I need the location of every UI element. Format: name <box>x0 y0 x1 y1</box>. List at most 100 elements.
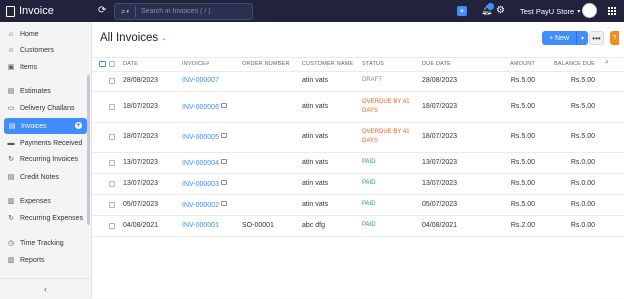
table-row[interactable]: 28/08/2023 INV-000007 atin vats DRAFT 28/08/… <box>92 70 624 92</box>
chevron-down-icon: ⌄ <box>161 35 168 42</box>
table-row[interactable]: 18/07/2023 INV-000006 atin vats OVERDUE BY … <box>92 91 624 123</box>
invoice-link[interactable]: INV-000002 <box>182 202 219 209</box>
invoice-link[interactable]: INV-000004 <box>182 160 219 167</box>
cell-invoice-number[interactable]: INV-000007 <box>182 77 219 84</box>
sidebar-item-recurring-expenses[interactable]: ↻ Recurring Expenses <box>0 210 86 226</box>
cell-customer-name: atin vats <box>302 77 329 84</box>
invoice-link[interactable]: INV-000003 <box>182 181 219 188</box>
app-brand[interactable]: Invoice <box>6 0 54 22</box>
row-checkbox[interactable] <box>109 160 115 166</box>
sidebar-item-customers[interactable]: ☺ Customers <box>0 42 86 58</box>
header-date[interactable]: DATE <box>123 61 138 67</box>
app-grid-icon[interactable] <box>608 7 616 15</box>
header-invoice[interactable]: INVOICE# <box>182 61 209 67</box>
cell-date: 04/08/2021 <box>123 222 159 229</box>
chevron-down-icon: ▾ <box>577 8 581 15</box>
cell-invoice-number[interactable]: INV-000006 <box>182 103 227 111</box>
table-row[interactable]: 18/07/2023 INV-000005 atin vats OVERDUE BY … <box>92 122 624 153</box>
table-row[interactable]: 05/07/2023 INV-000002 atin vats PAID 05/07/2… <box>92 194 624 216</box>
truck-icon: ▭ <box>7 105 15 112</box>
main-content: All Invoices ⌄ + New ▾ ••• ? DATE INVOIC… <box>92 22 624 298</box>
add-invoice-icon[interactable]: + <box>75 122 82 129</box>
cell-due-date: 28/08/2023 <box>422 77 458 84</box>
cell-date: 28/08/2023 <box>123 77 159 84</box>
header-order-number[interactable]: ORDER NUMBER <box>242 61 290 67</box>
row-checkbox[interactable] <box>109 202 115 208</box>
cell-due-date: 18/07/2023 <box>422 103 458 110</box>
row-checkbox[interactable] <box>109 223 115 229</box>
sidebar-item-label: Reports <box>20 256 45 264</box>
cell-customer-name: atin vats <box>302 133 329 140</box>
sidebar-item-payments-received[interactable]: ▬ Payments Received <box>0 135 86 151</box>
organization-switcher[interactable]: Test PayU Store ▾ <box>520 0 580 22</box>
search-icon[interactable]: ⌕ ▾ <box>115 7 135 17</box>
sidebar-item-time-tracking[interactable]: ◷ Time Tracking <box>0 235 86 251</box>
cell-customer-name: atin vats <box>302 159 329 166</box>
cell-invoice-number[interactable]: INV-000002 <box>182 201 227 209</box>
sidebar-item-label: Delivery Challans <box>20 104 75 112</box>
new-dropdown-icon[interactable]: ▾ <box>576 31 588 45</box>
credit-note-icon: ▤ <box>7 174 15 181</box>
sidebar-item-credit-notes[interactable]: ▤ Credit Notes <box>0 169 86 185</box>
table-row[interactable]: 13/07/2023 INV-000004 atin vats PAID 13/07/2… <box>92 152 624 174</box>
cell-invoice-number[interactable]: INV-000003 <box>182 180 227 188</box>
quick-create-icon[interactable]: + <box>457 6 467 16</box>
new-invoice-button[interactable]: + New <box>542 31 576 45</box>
sidebar-item-recurring-invoices[interactable]: ↻ Recurring Invoices <box>0 151 86 167</box>
table-row[interactable]: 13/07/2023 INV-000003 atin vats PAID 13/07/2… <box>92 173 624 195</box>
status-badge: PAID <box>362 159 376 165</box>
cell-date: 13/07/2023 <box>123 180 159 187</box>
sidebar-item-expenses[interactable]: ▥ Expenses <box>0 193 86 209</box>
table-row[interactable]: 04/08/2021 INV-000001 SO-00001 abc dfg PAID 0… <box>92 215 624 237</box>
help-button[interactable]: ? <box>610 31 619 45</box>
sidebar-item-label: Credit Notes <box>20 173 59 181</box>
sidebar-item-items[interactable]: ▣ Items <box>0 59 86 75</box>
cell-date: 05/07/2023 <box>123 201 159 208</box>
table-search-icon[interactable]: ⌕ <box>605 59 609 67</box>
cell-invoice-number[interactable]: INV-000004 <box>182 159 227 167</box>
user-avatar[interactable] <box>582 3 597 18</box>
sidebar-item-delivery-challans[interactable]: ▭ Delivery Challans <box>0 100 86 116</box>
row-checkbox[interactable] <box>109 134 115 140</box>
more-options-button[interactable]: ••• <box>589 31 604 45</box>
row-checkbox[interactable] <box>109 181 115 187</box>
header-amount[interactable]: AMOUNT <box>510 61 535 67</box>
invoice-link[interactable]: INV-000007 <box>182 77 219 84</box>
status-badge: PAID <box>362 201 376 207</box>
header-customer-name[interactable]: CUSTOMER NAME <box>302 61 353 67</box>
sidebar-item-reports[interactable]: ▥ Reports <box>0 252 86 268</box>
cell-balance-due: Rs.5.00 <box>570 133 595 140</box>
cell-date: 13/07/2023 <box>123 159 159 166</box>
row-checkbox[interactable] <box>109 104 115 110</box>
invoice-link[interactable]: INV-000006 <box>182 104 219 111</box>
header-balance-due[interactable]: BALANCE DUE <box>554 61 595 67</box>
cell-invoice-number[interactable]: INV-000005 <box>182 133 227 141</box>
recent-activity-icon[interactable]: ⟳ <box>98 5 109 16</box>
org-name: Test PayU Store <box>520 6 575 16</box>
sidebar-item-home[interactable]: ⌂ Home <box>0 26 86 42</box>
sidebar-item-label: Expenses <box>20 197 51 205</box>
column-settings-icon[interactable] <box>99 61 106 67</box>
row-checkbox[interactable] <box>109 78 115 84</box>
page-title[interactable]: All Invoices ⌄ <box>100 32 167 44</box>
sidebar-item-label: Recurring Invoices <box>20 155 78 163</box>
settings-gear-icon[interactable]: ⚙ <box>496 5 505 16</box>
status-badge: OVERDUE BY 41 DAYS <box>362 129 410 144</box>
invoice-icon: ▤ <box>8 123 16 130</box>
invoice-link[interactable]: INV-000005 <box>182 134 219 141</box>
header-due-date[interactable]: DUE DATE <box>422 61 451 67</box>
sidebar-item-invoices[interactable]: ▤ Invoices + <box>4 118 87 134</box>
cell-amount: Rs.5.00 <box>510 180 535 187</box>
select-all-checkbox[interactable] <box>109 61 115 67</box>
sidebar-scrollbar[interactable] <box>87 75 90 225</box>
cell-amount: Rs.5.00 <box>510 133 535 140</box>
cell-invoice-number[interactable]: INV-000001 <box>182 222 219 229</box>
sidebar-collapse-button[interactable]: ‹ <box>0 278 91 299</box>
sidebar-item-estimates[interactable]: ▤ Estimates <box>0 83 86 99</box>
sidebar-item-label: Estimates <box>20 87 51 95</box>
search-box[interactable]: ⌕ ▾ <box>114 3 253 20</box>
header-status[interactable]: STATUS <box>362 61 384 67</box>
invoice-link[interactable]: INV-000001 <box>182 222 219 229</box>
search-input[interactable] <box>136 7 243 16</box>
email-sent-icon <box>220 201 227 206</box>
